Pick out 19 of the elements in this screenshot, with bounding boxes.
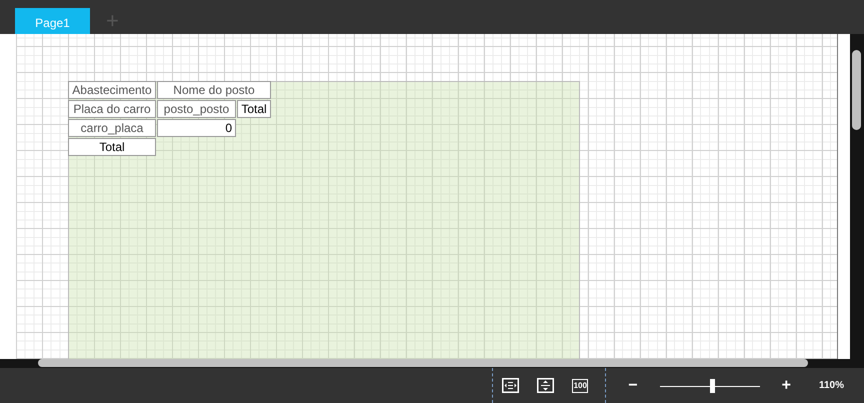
fit-width-button[interactable] [502,378,520,393]
scrollbar-thumb[interactable] [38,359,808,367]
report-cell: Nome do posto [157,81,271,99]
horizontal-scrollbar[interactable] [0,359,864,368]
report-cell: Total [237,100,271,118]
report-cell: Total [68,138,156,156]
slider-thumb[interactable] [710,378,715,392]
vertical-scrollbar[interactable] [850,34,864,359]
scrollbar-thumb[interactable] [852,50,861,130]
report-cell: Abastecimento [68,81,156,99]
actual-size-button[interactable]: 100 [572,378,588,392]
report-cell: posto_posto [157,100,236,118]
zoom-out-button[interactable]: − [622,374,644,398]
report-cell: carro_placa [68,119,156,137]
report-cell: Placa do carro [68,100,156,118]
zoom-in-button[interactable]: + [776,374,797,398]
zoom-reading: 110% [818,379,844,393]
fit-height-button[interactable] [537,378,554,393]
report-cell: 0 [157,119,236,137]
